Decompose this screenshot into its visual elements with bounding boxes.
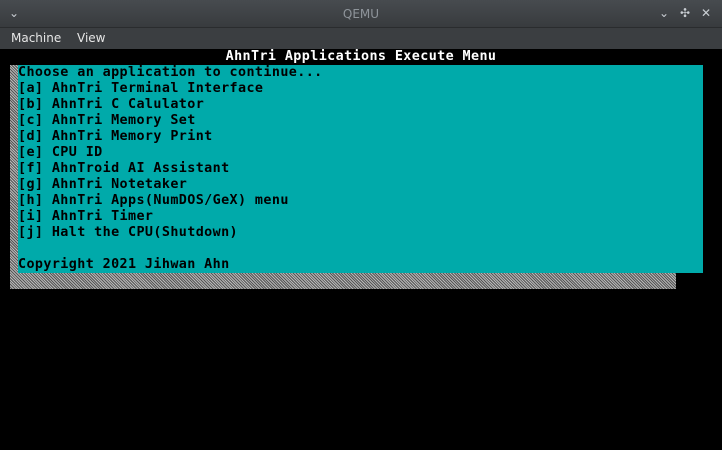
screen-title: AhnTri Applications Execute Menu bbox=[225, 49, 497, 64]
window-title: QEMU bbox=[342, 7, 380, 21]
menu-option-j[interactable]: [j] Halt the CPU(Shutdown) bbox=[18, 225, 238, 241]
panel-shadow-bottom bbox=[10, 273, 676, 289]
menu-option-b[interactable]: [b] AhnTri C Calulator bbox=[18, 97, 204, 113]
copyright-text: Copyright 2021 Jihwan Ahn bbox=[18, 257, 230, 272]
menu-machine[interactable]: Machine bbox=[10, 30, 62, 47]
menu-option-g[interactable]: [g] AhnTri Notetaker bbox=[18, 177, 187, 193]
menu-panel: Choose an application to continue... [a]… bbox=[18, 65, 703, 273]
menubar: Machine View bbox=[0, 28, 722, 49]
window-titlebar: ⌄ QEMU ⌄ ✣ ✕ bbox=[0, 0, 722, 28]
menu-option-h[interactable]: [h] AhnTri Apps(NumDOS/GeX) menu bbox=[18, 193, 289, 209]
close-icon[interactable]: ✕ bbox=[698, 5, 714, 21]
minimize-icon[interactable]: ⌄ bbox=[656, 5, 672, 21]
menu-option-c[interactable]: [c] AhnTri Memory Set bbox=[18, 113, 196, 129]
menu-option-i[interactable]: [i] AhnTri Timer bbox=[18, 209, 153, 225]
emulator-screen[interactable]: AhnTri Applications Execute Menu Choose … bbox=[0, 49, 722, 450]
menu-prompt: Choose an application to continue... bbox=[18, 65, 323, 80]
maximize-icon[interactable]: ✣ bbox=[677, 5, 693, 21]
menu-option-a[interactable]: [a] AhnTri Terminal Interface bbox=[18, 81, 263, 97]
menu-option-e[interactable]: [e] CPU ID bbox=[18, 145, 103, 161]
menu-option-f[interactable]: [f] AhnTroid AI Assistant bbox=[18, 161, 230, 177]
menu-option-d[interactable]: [d] AhnTri Memory Print bbox=[18, 129, 213, 145]
menu-view[interactable]: View bbox=[76, 30, 106, 47]
panel-shadow-left bbox=[10, 65, 18, 289]
